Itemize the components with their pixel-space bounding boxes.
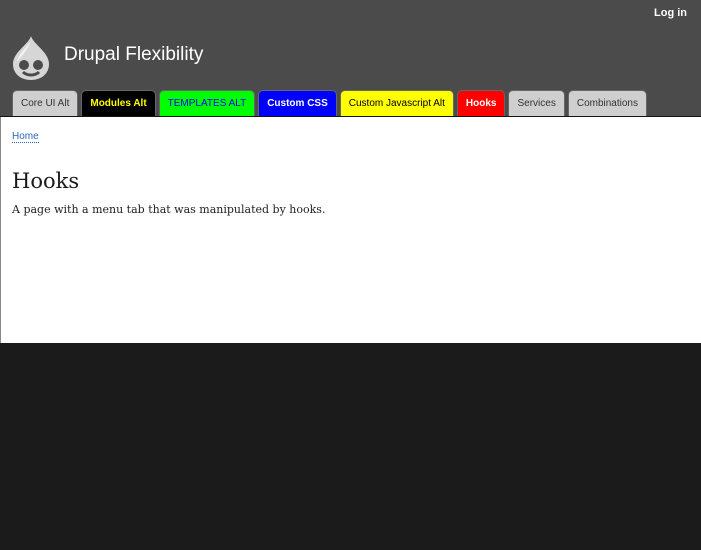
login-link[interactable]: Log in xyxy=(654,7,687,19)
site-name[interactable]: Drupal Flexibility xyxy=(64,44,203,66)
page-body-text: A page with a menu tab that was manipula… xyxy=(12,203,326,216)
site-header: Log in Drupal Flexibility Core UI Alt Mo… xyxy=(0,0,701,117)
tab-label: Hooks xyxy=(465,98,497,109)
tab-label: TEMPLATES ALT xyxy=(167,98,247,109)
tab-label: Modules Alt xyxy=(90,98,147,109)
breadcrumb-home-link[interactable]: Home xyxy=(12,131,39,143)
tab-label: Custom CSS xyxy=(267,98,328,109)
tab-label: Combinations xyxy=(576,98,638,109)
page-footer-area xyxy=(0,343,701,550)
page-title: Hooks xyxy=(12,169,80,193)
drupal-drop-icon[interactable] xyxy=(11,34,51,80)
tab-label: Custom Javascript Alt xyxy=(348,98,445,109)
tab-label: Services xyxy=(517,98,556,109)
main-menu-tabs: Core UI Alt Modules Alt TEMPLATES ALT Cu… xyxy=(12,90,647,116)
tab-label: Core UI Alt xyxy=(21,98,70,109)
tab-custom-javascript-alt[interactable]: Custom Javascript Alt xyxy=(339,90,454,116)
tab-custom-css[interactable]: Custom CSS xyxy=(258,90,337,116)
tab-hooks[interactable]: Hooks xyxy=(456,90,506,116)
tab-modules-alt[interactable]: Modules Alt xyxy=(81,90,156,116)
tab-combinations[interactable]: Combinations xyxy=(567,90,647,116)
tab-templates-alt[interactable]: TEMPLATES ALT xyxy=(158,90,256,116)
tab-services[interactable]: Services xyxy=(508,90,565,116)
main-content: Home Hooks A page with a menu tab that w… xyxy=(0,117,701,343)
tab-core-ui-alt[interactable]: Core UI Alt xyxy=(12,90,79,116)
